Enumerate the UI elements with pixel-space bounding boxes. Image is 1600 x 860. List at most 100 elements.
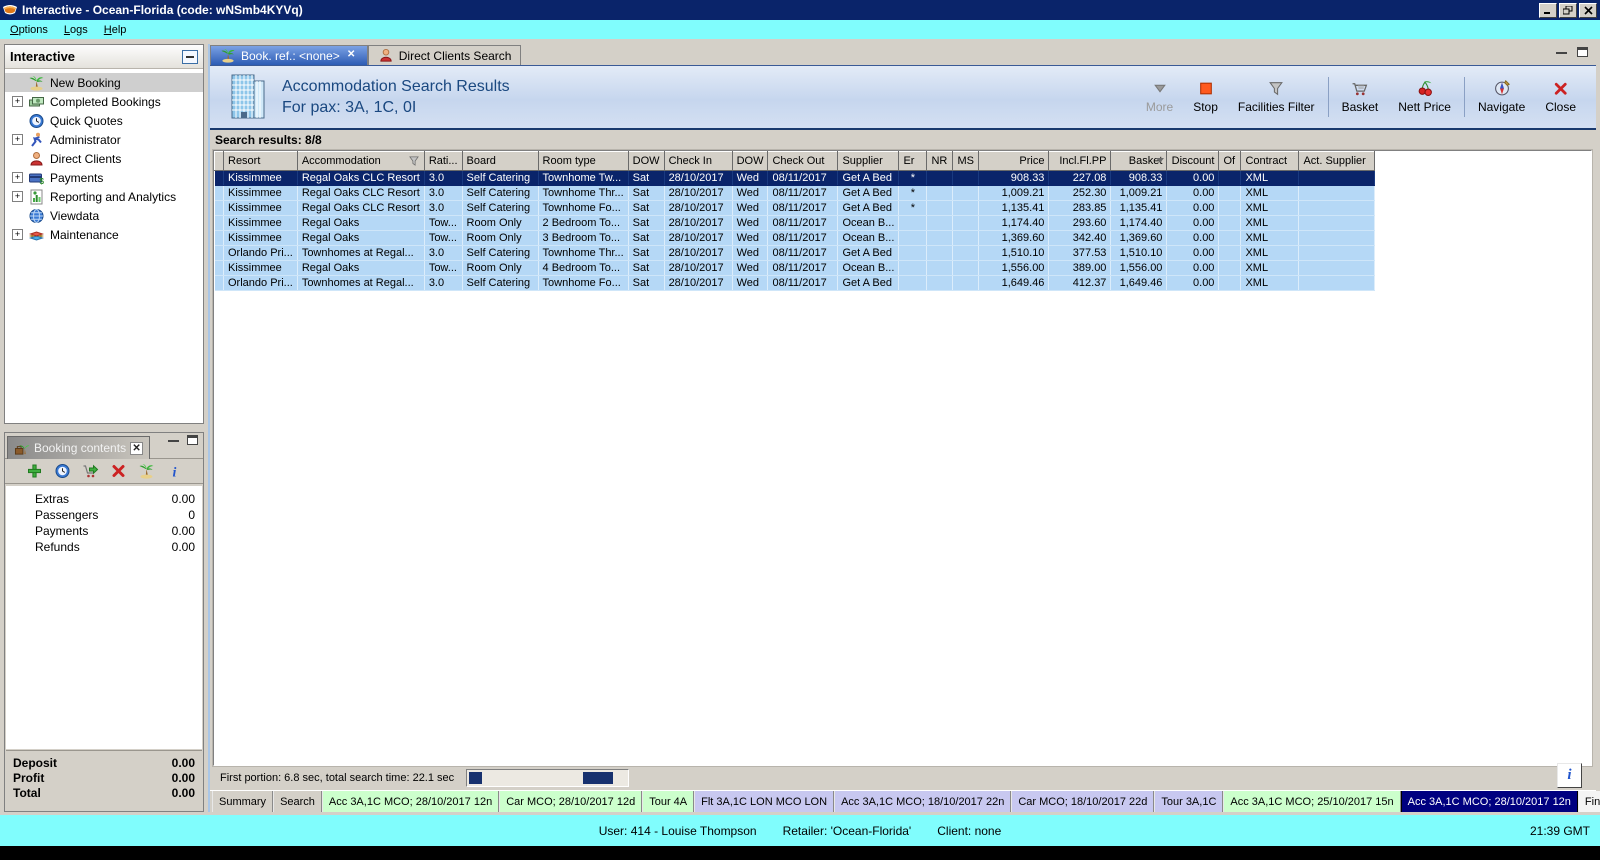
- column-header-resort[interactable]: Resort: [223, 151, 298, 171]
- minimize-button[interactable]: [1539, 2, 1557, 18]
- quick-quote-icon[interactable]: [54, 463, 71, 479]
- sidebar-item-label: Reporting and Analytics: [50, 189, 177, 204]
- expand-toggle[interactable]: +: [12, 96, 23, 107]
- sidebar-item-administrator[interactable]: + Administrator: [5, 130, 203, 149]
- app-icon: [2, 2, 18, 18]
- cell-nr: [926, 200, 954, 216]
- menu-item-options[interactable]: Options: [2, 22, 56, 38]
- column-header-room-type[interactable]: Room type: [537, 151, 629, 171]
- cell-contract: XML: [1240, 170, 1300, 186]
- menu-item-logs[interactable]: Logs: [56, 22, 96, 38]
- tab-close-icon[interactable]: ✕: [345, 49, 358, 62]
- table-row[interactable]: Orlando Pri... Townhomes at Regal... 3.0 Se…: [214, 245, 1376, 261]
- basket-button[interactable]: Basket: [1332, 80, 1389, 114]
- table-row[interactable]: Kissimmee Regal Oaks Tow... Room Only 2 Bedr…: [214, 215, 1376, 231]
- main-maximize-icon[interactable]: [1577, 47, 1588, 57]
- column-header-contract[interactable]: Contract: [1240, 151, 1300, 171]
- column-header-board[interactable]: Board: [461, 151, 539, 171]
- column-header-label: MS: [957, 155, 974, 167]
- stop-button[interactable]: Stop: [1183, 80, 1228, 114]
- restore-button[interactable]: [1559, 2, 1577, 18]
- cell-contract: XML: [1240, 260, 1300, 276]
- column-header-check-in[interactable]: Check In: [663, 151, 733, 171]
- column-header-of[interactable]: Of: [1218, 151, 1242, 171]
- column-header-price[interactable]: Price: [978, 151, 1050, 171]
- column-header-basket[interactable]: Basket: [1110, 151, 1168, 171]
- column-header-act-supplier[interactable]: Act. Supplier: [1298, 151, 1376, 171]
- new-booking-icon[interactable]: [138, 463, 155, 479]
- bottom-tab-acc-3a-1c-mco-28-10-2017-12n[interactable]: Acc 3A,1C MCO; 28/10/2017 12n: [321, 791, 500, 812]
- bottom-tab-summary[interactable]: Summary: [212, 791, 274, 812]
- facilities-filter-button[interactable]: Facilities Filter: [1228, 80, 1325, 114]
- stop-square-icon: [1197, 80, 1215, 97]
- add-icon[interactable]: [26, 463, 43, 479]
- column-header-incl-fl-pp[interactable]: Incl.Fl.PP: [1048, 151, 1112, 171]
- navigate-button[interactable]: Navigate: [1468, 79, 1535, 114]
- close-button[interactable]: Close: [1535, 80, 1586, 114]
- column-header-dow[interactable]: DOW: [627, 151, 665, 171]
- bottom-tab-financial-summary[interactable]: Financial Summary: [1577, 791, 1600, 812]
- info-button[interactable]: i: [1557, 763, 1582, 788]
- bottom-tab-search[interactable]: Search: [273, 791, 322, 812]
- nett-price-button[interactable]: Nett Price: [1388, 80, 1461, 114]
- bottom-tab-car-mco-18-10-2017-22d[interactable]: Car MCO; 18/10/2017 22d: [1011, 791, 1155, 812]
- cell-supplier: Get A Bed: [837, 170, 900, 186]
- table-row[interactable]: Kissimmee Regal Oaks Tow... Room Only 4 Bedr…: [214, 260, 1376, 276]
- sidebar-item-viewdata[interactable]: Viewdata: [5, 206, 203, 225]
- close-button[interactable]: [1579, 2, 1597, 18]
- table-row[interactable]: Kissimmee Regal Oaks CLC Resort 3.0 Self Ca…: [214, 200, 1376, 216]
- main-minimize-icon[interactable]: [1556, 51, 1567, 54]
- column-header-accommodation[interactable]: Accommodation: [296, 151, 425, 171]
- sidebar-item-reporting-and-analytics[interactable]: + Reporting and Analytics: [5, 187, 203, 206]
- column-header-er[interactable]: Er: [898, 151, 928, 171]
- column-header-nr[interactable]: NR: [926, 151, 954, 171]
- menu-item-help[interactable]: Help: [96, 22, 135, 38]
- sidebar-item-completed-bookings[interactable]: + Completed Bookings: [5, 92, 203, 111]
- delete-icon[interactable]: [110, 463, 127, 479]
- panel-minimize-icon[interactable]: [168, 439, 179, 442]
- column-header-dow[interactable]: DOW: [731, 151, 769, 171]
- doc-tab-book-ref-none[interactable]: Book. ref.: <none> ✕: [210, 45, 368, 65]
- column-filter-icon[interactable]: [408, 155, 420, 167]
- sidebar-item-maintenance[interactable]: + Maintenance: [5, 225, 203, 244]
- table-row[interactable]: Kissimmee Regal Oaks CLC Resort 3.0 Self Ca…: [214, 170, 1376, 186]
- cell-discount: 0.00: [1166, 185, 1220, 201]
- sidebar-item-direct-clients[interactable]: Direct Clients: [5, 149, 203, 168]
- sidebar-item-new-booking[interactable]: New Booking: [5, 73, 203, 92]
- table-row[interactable]: Orlando Pri... Townhomes at Regal... 3.0 Se…: [214, 275, 1376, 291]
- column-header-check-out[interactable]: Check Out: [767, 151, 839, 171]
- column-header-rati[interactable]: Rati...: [423, 151, 463, 171]
- panel-minimize-button[interactable]: [182, 49, 198, 64]
- bottom-tab-flt-3a-1c-lon-mco-lon[interactable]: Flt 3A,1C LON MCO LON: [694, 791, 835, 812]
- cell-er: *: [898, 200, 928, 216]
- doc-tab-direct-clients-search[interactable]: Direct Clients Search: [367, 45, 522, 65]
- cell-room-type: 2 Bedroom To...: [538, 215, 629, 231]
- transfer-basket-icon[interactable]: [82, 463, 99, 479]
- bottom-tab-car-mco-28-10-2017-12d[interactable]: Car MCO; 28/10/2017 12d: [499, 791, 643, 812]
- cell-board: Self Catering: [462, 185, 539, 201]
- bottom-tab-tour-3a-1c[interactable]: Tour 3A,1C: [1154, 791, 1224, 812]
- bottom-tab-acc-3a-1c-mco-28-10-2017-12n[interactable]: Acc 3A,1C MCO; 28/10/2017 12n: [1400, 791, 1578, 812]
- sidebar-item-quick-quotes[interactable]: Quick Quotes: [5, 111, 203, 130]
- expand-toggle[interactable]: +: [12, 191, 23, 202]
- column-header-supplier[interactable]: Supplier: [837, 151, 900, 171]
- row-stub-cell: [214, 230, 224, 246]
- panel-maximize-icon[interactable]: [187, 435, 198, 445]
- expand-toggle[interactable]: +: [12, 229, 23, 240]
- booking-contents-tab[interactable]: Booking contents ✕: [7, 436, 151, 459]
- cell-basket: 908.33: [1110, 170, 1168, 186]
- bottom-tab-acc-3a-1c-mco-18-10-2017-22n[interactable]: Acc 3A,1C MCO; 18/10/2017 22n: [834, 791, 1012, 812]
- bottom-tab-tour-4a[interactable]: Tour 4A: [642, 791, 695, 812]
- expand-toggle[interactable]: +: [12, 172, 23, 183]
- cell-dow: Sat: [628, 170, 665, 186]
- info-icon[interactable]: i: [166, 463, 183, 481]
- table-row[interactable]: Kissimmee Regal Oaks Tow... Room Only 3 Bedr…: [214, 230, 1376, 246]
- column-header-discount[interactable]: Discount: [1166, 151, 1220, 171]
- expand-toggle[interactable]: +: [12, 134, 23, 145]
- booking-contents-close-icon[interactable]: ✕: [130, 441, 144, 455]
- table-row[interactable]: Kissimmee Regal Oaks CLC Resort 3.0 Self Ca…: [214, 185, 1376, 201]
- sidebar-item-payments[interactable]: + $ Payments: [5, 168, 203, 187]
- column-header-ms[interactable]: MS: [952, 151, 980, 171]
- cell-dow: Sat: [628, 275, 665, 291]
- bottom-tab-acc-3a-1c-mco-25-10-2017-15n[interactable]: Acc 3A,1C MCO; 25/10/2017 15n: [1223, 791, 1401, 812]
